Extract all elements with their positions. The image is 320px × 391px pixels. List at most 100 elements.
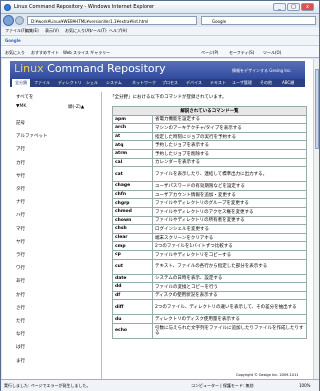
command-name[interactable]: cut: [112, 258, 153, 275]
forward-icon[interactable]: [15, 16, 24, 25]
site-logo[interactable]: Linux Command Repository: [14, 62, 166, 75]
command-name[interactable]: chfn: [112, 189, 153, 200]
command-desc: 2つのファイルを1バイトずつ比較する: [152, 241, 307, 251]
favorites-button[interactable]: お気に入り: [5, 50, 25, 56]
command-name[interactable]: df: [112, 290, 153, 301]
table-row: chage ユーザパスワードの有効期限などを設定する: [112, 181, 307, 191]
zoom-level[interactable]: 100%: [299, 383, 310, 388]
status-text: 実行しました: ページでエラーが発生しました。: [4, 383, 91, 388]
web-slice-gallery[interactable]: Web スライス ギャラリー: [63, 50, 110, 56]
search-input[interactable]: Google: [201, 16, 316, 25]
menu-edit[interactable]: 編集(E): [25, 28, 39, 34]
sidebar-filter-a[interactable]: ▼MK: [16, 104, 26, 109]
command-name[interactable]: arch: [112, 123, 153, 133]
command-desc: ユーザアカウント情報を追加・変更する: [152, 189, 307, 200]
nav-shell[interactable]: シェル: [86, 80, 98, 86]
nav-directory[interactable]: ディレクトリ: [58, 80, 82, 86]
nav-all[interactable]: 全分類: [12, 79, 30, 87]
tools-menu[interactable]: ツール(O): [263, 50, 281, 56]
sidebar-item[interactable]: タ行: [16, 186, 25, 192]
command-name[interactable]: at: [112, 131, 153, 142]
sidebar-item[interactable]: か行: [16, 292, 25, 298]
sidebar-item[interactable]: ヤ行: [16, 239, 25, 245]
sidebar-item[interactable]: カ行: [16, 160, 25, 166]
sidebar-item[interactable]: た行: [16, 318, 25, 324]
favorites-bar: お気に入り おすすめサイト Web スライス ギャラリー ページ(P) セーフテ…: [1, 45, 319, 58]
nav-other[interactable]: その他: [260, 80, 272, 86]
sidebar-item[interactable]: な行: [16, 331, 25, 337]
command-desc: ファイルやディレクトリのグループを変更する: [152, 198, 307, 208]
sidebar-item[interactable]: ラ行: [16, 252, 25, 258]
browser-window: Linux Command Repository - Windows Inter…: [0, 0, 320, 391]
site-tagline: 情報をデザインする Gesing Inc.: [232, 68, 292, 73]
command-desc: ファイルを表示したり、連結して標準出力に出力する。: [152, 166, 307, 183]
command-name[interactable]: cal: [112, 157, 153, 168]
command-name[interactable]: dd: [112, 282, 153, 292]
nav-network[interactable]: ネットワーク: [132, 80, 156, 86]
page-menu[interactable]: ページ(P): [201, 50, 218, 56]
url-input[interactable]: D:¥work¥Linux¥WEB¥HTML¥versionVer1.1¥ext…: [27, 16, 197, 25]
sidebar-item[interactable]: アルファベット: [16, 133, 47, 139]
nav-user[interactable]: ユーザ管理: [232, 80, 252, 86]
command-desc: ファイルの変換とコピーを行う: [152, 282, 307, 292]
sidebar-filter-b[interactable]: 頭(-Z)▲: [68, 104, 84, 110]
sidebar-item[interactable]: ワ行: [16, 265, 25, 271]
sidebar-item[interactable]: ナ行: [16, 199, 25, 205]
sidebar-item[interactable]: は行: [16, 344, 25, 350]
menu-file[interactable]: ファイル(F): [5, 28, 26, 34]
sidebar-item[interactable]: マ行: [16, 226, 25, 232]
search-provider: Google: [212, 19, 227, 24]
menu-help[interactable]: ヘルプ(H): [109, 28, 127, 34]
table-row: cut テキスト、ファイルの各行から指定した部分を表示する: [112, 258, 307, 275]
sidebar-item[interactable]: サ行: [16, 173, 25, 179]
nav-system[interactable]: システム: [106, 80, 122, 86]
command-name[interactable]: diff: [112, 299, 153, 316]
sidebar-item[interactable]: ハ行: [16, 212, 25, 218]
menu-view[interactable]: 表示(V): [45, 28, 59, 34]
command-name[interactable]: echo: [112, 322, 153, 339]
status-bar: 実行しました: ページでエラーが発生しました。 コンピューター | 保護モード:…: [1, 379, 319, 391]
command-name[interactable]: chsh: [112, 224, 153, 234]
command-name[interactable]: date: [112, 273, 153, 284]
menu-tools[interactable]: ツール(T): [89, 28, 107, 34]
command-name[interactable]: chown: [112, 215, 153, 226]
sidebar-item[interactable]: ア行: [16, 146, 25, 152]
table-row: cat ファイルを表示したり、連結して標準出力に出力する。: [112, 166, 307, 183]
maximize-button[interactable]: □: [287, 3, 300, 11]
sidebar-item[interactable]: あ行: [16, 278, 25, 284]
command-name[interactable]: atq: [112, 140, 153, 150]
command-name[interactable]: chmod: [112, 206, 153, 217]
menu-favorites[interactable]: お気に入り(A): [65, 28, 91, 34]
sidebar-item[interactable]: 記号: [16, 120, 25, 126]
command-name[interactable]: cat: [112, 166, 153, 183]
command-name[interactable]: atrm: [112, 148, 153, 159]
sidebar-item[interactable]: ま行: [16, 358, 25, 364]
table-row: chgrp ファイルやディレクトリのグループを変更する: [112, 198, 307, 208]
command-name[interactable]: du: [112, 314, 153, 324]
command-name[interactable]: chage: [112, 181, 153, 191]
nav-device[interactable]: デバイス: [186, 80, 202, 86]
nav-text[interactable]: テキスト: [210, 80, 226, 86]
command-name[interactable]: apm: [112, 114, 153, 125]
command-desc: カレンダーを表示する: [152, 157, 307, 168]
sidebar-item[interactable]: さ行: [16, 305, 25, 311]
sidebar-title[interactable]: すべてを: [16, 94, 33, 100]
command-name[interactable]: cmp: [112, 241, 153, 251]
vertical-scrollbar[interactable]: [313, 59, 319, 379]
back-icon[interactable]: [3, 15, 14, 26]
google-logo[interactable]: Google: [5, 38, 21, 43]
nav-file[interactable]: ファイル: [34, 80, 50, 86]
nav-process[interactable]: プロセス: [162, 80, 178, 86]
nav-abc[interactable]: ABC順: [282, 80, 294, 86]
suggested-sites[interactable]: おすすめサイト: [31, 50, 59, 56]
command-name[interactable]: chgrp: [112, 198, 153, 208]
safety-menu[interactable]: セーフティ(S): [229, 50, 254, 56]
command-desc: ユーザパスワードの有効期限などを設定する: [152, 181, 307, 191]
close-button[interactable]: x: [301, 3, 314, 11]
command-name[interactable]: clear: [112, 232, 153, 243]
command-name[interactable]: cp: [112, 249, 153, 260]
table-row: atq 予約したジョブを表示する: [112, 140, 307, 150]
minimize-button[interactable]: _: [273, 3, 286, 11]
title-bar: Linux Command Repository - Windows Inter…: [1, 1, 319, 14]
scroll-thumb[interactable]: [315, 69, 319, 149]
